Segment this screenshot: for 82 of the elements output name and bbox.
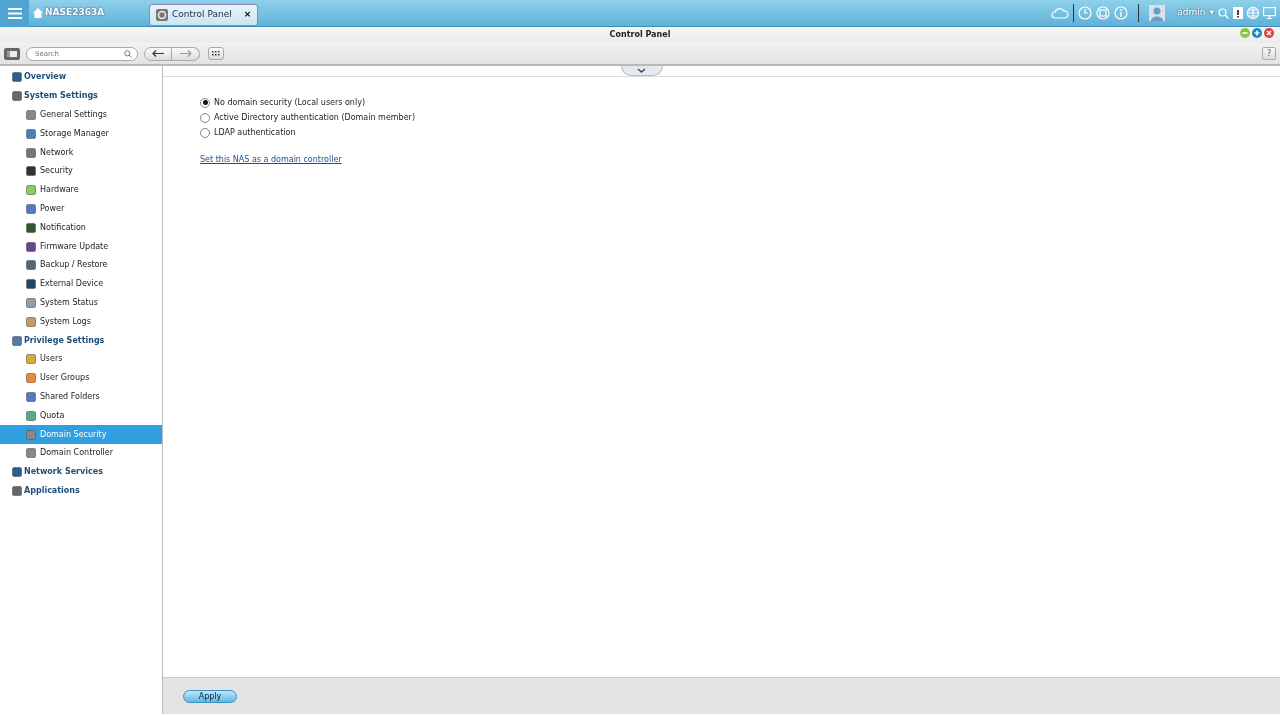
sidebar-item[interactable]: Notification (0, 218, 162, 238)
item-square-icon (26, 128, 36, 139)
app-grid-button[interactable] (208, 47, 224, 60)
sidebar-item[interactable]: System Logs (0, 312, 162, 332)
search-icon (124, 49, 132, 58)
minimize-icon[interactable] (1240, 28, 1250, 38)
category-icon (12, 335, 22, 346)
info-icon[interactable] (1114, 6, 1129, 20)
sidebar-item[interactable]: Security (0, 162, 162, 181)
help-button[interactable]: ? (1262, 47, 1276, 60)
grid-icon (212, 51, 220, 56)
radio-button[interactable] (200, 97, 210, 108)
close-icon[interactable] (1264, 28, 1274, 38)
option-label: No domain security (Local users only) (214, 96, 365, 109)
menu-button[interactable] (0, 0, 29, 27)
radio-option[interactable]: No domain security (Local users only) (200, 95, 1280, 110)
sidebar-item[interactable]: Network (0, 143, 162, 162)
item-square-icon (26, 260, 36, 271)
tab-label: Control Panel (172, 7, 232, 21)
back-button[interactable] (144, 46, 172, 61)
category-icon (12, 485, 22, 496)
menu-icon (7, 7, 22, 19)
sidebar-category[interactable]: System Settings (0, 86, 162, 106)
sidebar-category[interactable]: Overview (0, 68, 162, 87)
radio-button[interactable] (200, 127, 210, 138)
item-square-icon (26, 316, 36, 327)
category-icon (12, 72, 22, 83)
item-square-icon (26, 279, 36, 290)
sidebar-category[interactable]: Privilege Settings (0, 331, 162, 350)
right-arrow-icon (179, 50, 192, 57)
app-tab[interactable]: Control Panel × (149, 3, 259, 26)
sidebar-item[interactable]: External Device (0, 274, 162, 294)
sidebar-toggle-icon[interactable] (4, 47, 20, 60)
item-square-icon (26, 166, 36, 177)
globe-icon[interactable] (1247, 7, 1259, 19)
item-square-icon (26, 185, 36, 196)
sidebar-item[interactable]: General Settings (0, 105, 162, 125)
sidebar-item[interactable]: Quota (0, 406, 162, 426)
left-arrow-icon (152, 50, 164, 57)
sidebar-item[interactable]: User Groups (0, 368, 162, 388)
radio-option[interactable]: LDAP authentication (200, 125, 1280, 140)
sidebar-item[interactable]: System Status (0, 293, 162, 313)
maximize-icon[interactable] (1252, 28, 1262, 38)
sidebar-item[interactable]: Hardware (0, 180, 162, 200)
item-square-icon (26, 391, 36, 402)
window-title: Control Panel (609, 29, 671, 41)
item-square-icon (26, 410, 36, 421)
sidebar-item[interactable]: Domain Controller (0, 443, 162, 463)
sidebar-item[interactable]: Power (0, 199, 162, 219)
item-square-icon (26, 110, 36, 120)
item-square-icon (26, 373, 36, 384)
radio-option[interactable]: Active Directory authentication (Domain member) (200, 110, 1280, 125)
item-square-icon (26, 147, 36, 158)
option-label: LDAP authentication (214, 126, 296, 139)
item-square-icon (26, 448, 36, 459)
home-icon (33, 8, 43, 18)
item-square-icon (26, 297, 36, 308)
sidebar-item[interactable]: Shared Folders (0, 387, 162, 407)
item-square-icon (26, 203, 36, 214)
domain-controller-link[interactable]: Set this NAS as a domain controller (200, 154, 342, 166)
monitor-icon[interactable] (1263, 7, 1276, 19)
cloud-icon[interactable] (1051, 7, 1070, 19)
user-avatar-icon[interactable] (1149, 5, 1166, 21)
option-label: Active Directory authentication (Domain member) (214, 111, 416, 124)
sidebar-item[interactable]: Backup / Restore (0, 255, 162, 275)
category-icon (12, 467, 22, 478)
radio-button[interactable] (200, 112, 210, 123)
sidebar-item[interactable]: Firmware Update (0, 237, 162, 256)
item-square-icon (26, 241, 36, 252)
sidebar-category[interactable]: Applications (0, 481, 162, 501)
close-button[interactable]: × (243, 7, 252, 22)
item-square-icon (26, 354, 36, 365)
chevron-down-icon (637, 68, 646, 73)
sidebar-item[interactable]: Storage Manager (0, 124, 162, 144)
sidebar-item[interactable]: Users (0, 349, 162, 369)
collapse-tab[interactable] (620, 66, 663, 76)
item-square-icon (26, 429, 36, 440)
sidebar-category[interactable]: Network Services (0, 462, 162, 482)
category-icon (12, 91, 22, 102)
clock-icon[interactable] (1078, 6, 1093, 20)
item-square-icon (26, 222, 36, 233)
apply-button[interactable]: Apply (183, 689, 237, 703)
